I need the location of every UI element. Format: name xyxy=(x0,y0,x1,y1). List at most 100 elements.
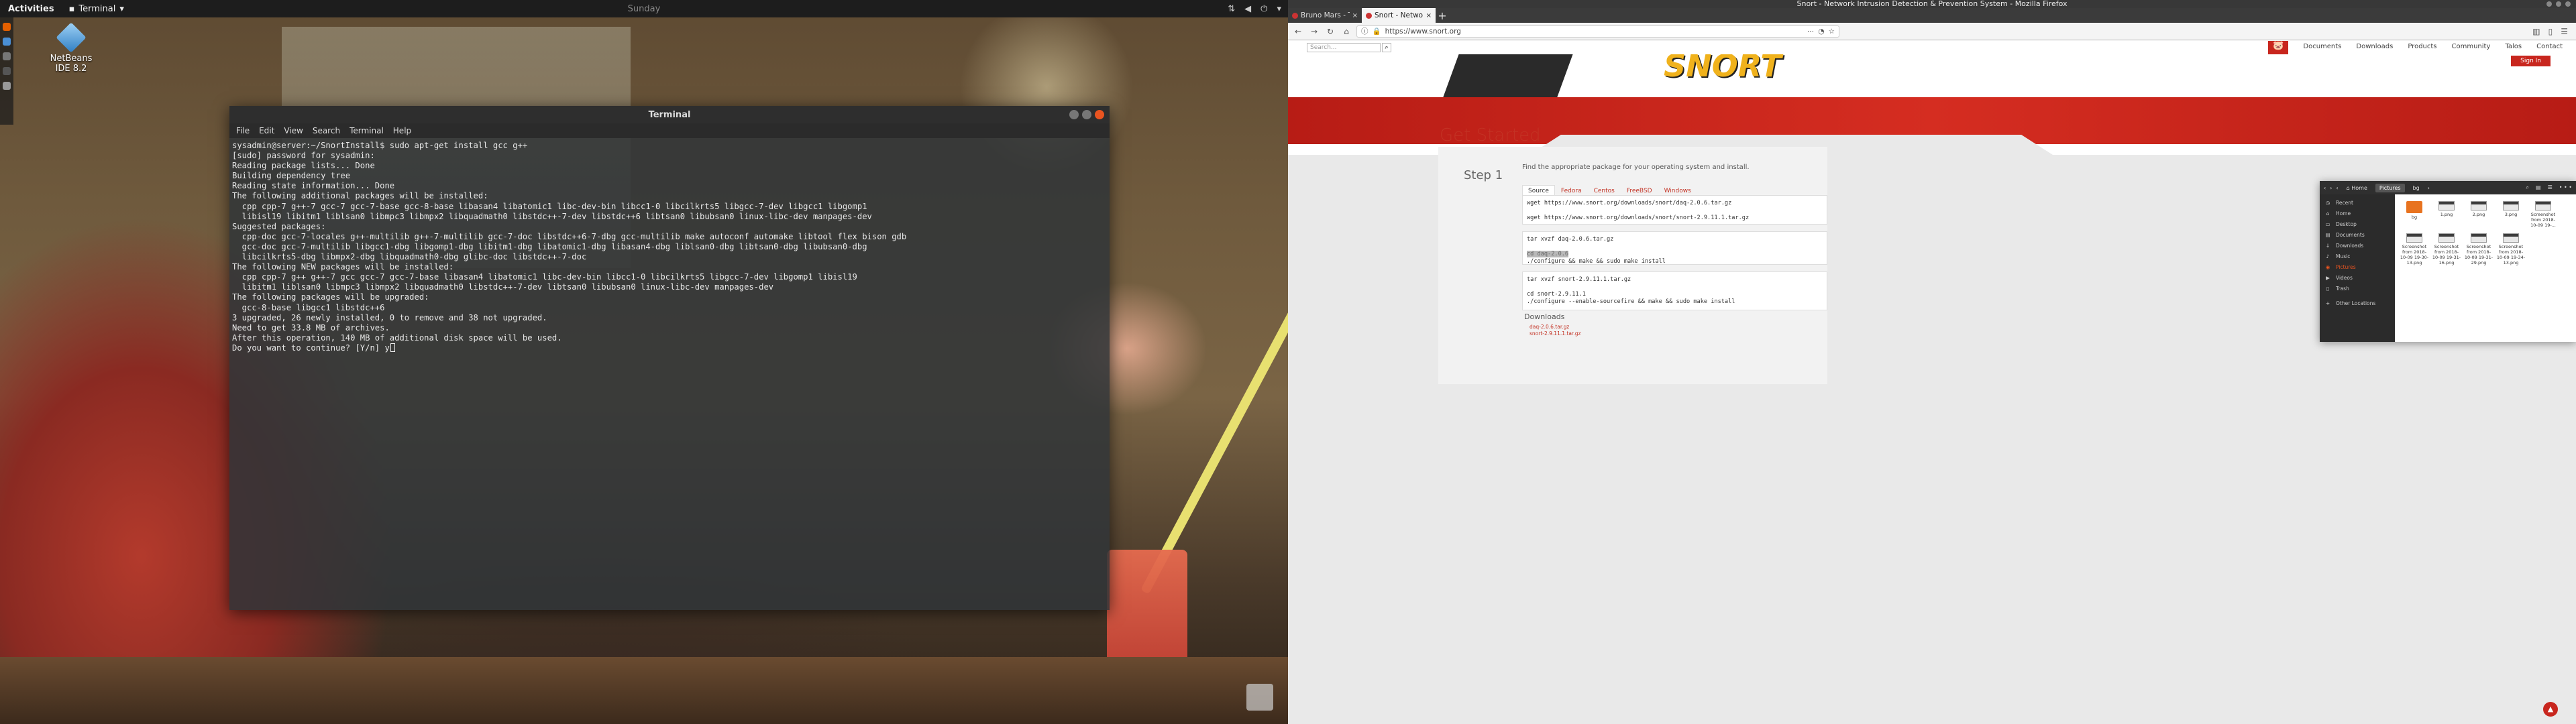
bookmark-star-icon[interactable]: ☆ xyxy=(1829,27,1835,36)
sidebar-item-trash[interactable]: ▯ Trash xyxy=(2320,283,2395,294)
nav-downloads[interactable]: Downloads xyxy=(2356,43,2393,50)
apps-icon[interactable] xyxy=(3,82,11,90)
forward-icon[interactable]: › xyxy=(2330,185,2332,191)
terminal-icon[interactable] xyxy=(3,67,11,75)
file-item[interactable]: 1.png xyxy=(2431,201,2462,228)
file-item[interactable]: Screenshot from 2018-10-09 19-31-29.png xyxy=(2463,233,2494,265)
firefox-icon[interactable] xyxy=(3,23,11,31)
crumb-bg[interactable]: bg xyxy=(2409,184,2424,192)
menu-view[interactable]: View xyxy=(284,126,303,135)
folder-icon xyxy=(2406,201,2422,213)
info-icon[interactable]: ⓘ xyxy=(1361,26,1368,36)
reload-icon[interactable]: ↻ xyxy=(1324,27,1336,36)
terminal-titlebar[interactable]: Terminal xyxy=(229,106,1110,123)
nav-products[interactable]: Products xyxy=(2408,43,2436,50)
nav-community[interactable]: Community xyxy=(2452,43,2491,50)
search-icon[interactable]: ⌕ xyxy=(1382,43,1391,52)
sidebar-icon: ▭ xyxy=(2325,221,2330,227)
terminal-output[interactable]: sysadmin@server:~/SnortInstall$ sudo apt… xyxy=(229,138,1110,356)
nav-contact[interactable]: Contact xyxy=(2536,43,2563,50)
sidebar-icon[interactable]: ▯ xyxy=(2548,27,2553,36)
library-icon[interactable]: ▥ xyxy=(2532,27,2540,36)
crumb-pictures[interactable]: Pictures xyxy=(2375,183,2405,192)
file-item[interactable]: Screenshot from 2018-10-09 19-31-16.png xyxy=(2431,233,2462,265)
back-icon[interactable]: ← xyxy=(1292,27,1304,36)
close-button[interactable] xyxy=(2565,1,2571,7)
sidebar-item-desktop[interactable]: ▭ Desktop xyxy=(2320,219,2395,229)
download-link-daq[interactable]: daq-2.0.6.tar.gz xyxy=(1529,324,1569,330)
minimize-button[interactable] xyxy=(1069,110,1079,119)
sidebar-item-music[interactable]: ♪ Music xyxy=(2320,251,2395,261)
thunderbird-icon[interactable] xyxy=(3,38,11,46)
tab-bruno-mars[interactable]: Bruno Mars - That's W × xyxy=(1288,8,1362,23)
site-search-input[interactable]: Search... xyxy=(1307,43,1381,52)
new-tab-button[interactable]: + xyxy=(1436,8,1449,23)
nav-talos[interactable]: Talos xyxy=(2505,43,2522,50)
pocket-icon[interactable]: ◔ xyxy=(1818,27,1824,36)
sign-in-button[interactable]: Sign In xyxy=(2511,56,2551,66)
minimize-button[interactable] xyxy=(2546,1,2552,7)
desktop-icon-netbeans[interactable]: NetBeans IDE 8.2 xyxy=(44,22,98,74)
crumb-home[interactable]: ⌂ Home xyxy=(2343,184,2371,192)
files-sidebar: ◷ Recent ⌂ Home ▭ Desktop ▤ Documents ↓ Downloads… xyxy=(2320,194,2395,342)
file-item[interactable]: 2.png xyxy=(2463,201,2494,228)
code-block-snort[interactable]: tar xvzf snort-2.9.11.1.tar.gz cd snort-… xyxy=(1522,272,1827,310)
menu-icon[interactable]: ☰ xyxy=(2548,184,2553,191)
folder-item[interactable]: bg xyxy=(2399,201,2430,228)
forward-icon[interactable]: → xyxy=(1308,27,1320,36)
sidebar-item-home[interactable]: ⌂ Home xyxy=(2320,208,2395,219)
trash-icon[interactable] xyxy=(1246,684,1273,711)
window-buttons-icon[interactable]: • • • xyxy=(2559,184,2572,191)
terminal-line: sysadmin@server:~/SnortInstall$ sudo apt… xyxy=(232,141,528,150)
sidebar-item-pictures[interactable]: ◉ Pictures xyxy=(2320,261,2395,272)
back-icon[interactable]: ‹ xyxy=(2324,185,2326,191)
home-icon[interactable]: ⌂ xyxy=(1340,27,1352,36)
back-to-top-button[interactable]: ▲ xyxy=(2543,702,2558,717)
menu-search[interactable]: Search xyxy=(313,126,340,135)
menu-help[interactable]: Help xyxy=(393,126,411,135)
code-block-daq[interactable]: tar xvzf daq-2.0.6.tar.gz cd daq-2.0.6 ./… xyxy=(1522,231,1827,265)
file-item[interactable]: Screenshot from 2018-10-09 19-... xyxy=(2528,201,2559,228)
app-menu[interactable]: ▪ Terminal ▾ xyxy=(62,4,131,14)
menu-file[interactable]: File xyxy=(236,126,250,135)
clock[interactable]: Sunday xyxy=(628,4,661,14)
selected-code: cd daq-2.0.6 xyxy=(1527,251,1569,257)
page-actions-icon[interactable]: ⋯ xyxy=(1807,27,1815,36)
menu-terminal[interactable]: Terminal xyxy=(350,126,384,135)
firefox-titlebar[interactable]: Snort - Network Intrusion Detection & Pr… xyxy=(1288,0,2576,8)
code-block-wget[interactable]: wget https://www.snort.org/downloads/sno… xyxy=(1522,195,1827,225)
sidebar-item-downloads[interactable]: ↓ Downloads xyxy=(2320,240,2395,251)
sidebar-item-videos[interactable]: ▶ Videos xyxy=(2320,272,2395,283)
url-bar[interactable]: ⓘ 🔒 https://www.snort.org ⋯ ◔ ☆ xyxy=(1356,25,1839,38)
close-tab-button[interactable]: × xyxy=(1352,12,1358,19)
terminal-prompt-line[interactable]: Do you want to continue? [Y/n] y xyxy=(232,343,1107,353)
prev-crumb-icon[interactable]: ‹ xyxy=(2336,185,2338,191)
close-button[interactable] xyxy=(1095,110,1104,119)
close-tab-button[interactable]: × xyxy=(1426,12,1432,19)
files-icon[interactable] xyxy=(3,52,11,60)
nav-documents[interactable]: Documents xyxy=(2303,43,2341,50)
menu-edit[interactable]: Edit xyxy=(259,126,274,135)
sidebar-icon: ▶ xyxy=(2326,274,2330,281)
snort-pig-icon[interactable]: 🐷 xyxy=(2268,41,2289,54)
search-icon[interactable]: ⌕ xyxy=(2526,184,2529,191)
file-item[interactable]: Screenshot from 2018-10-09 19-34-13.png xyxy=(2496,233,2526,265)
view-options-icon[interactable]: ▤ xyxy=(2536,184,2541,191)
lock-icon[interactable]: 🔒 xyxy=(1373,27,1381,36)
system-tray[interactable]: ⇅ ◀ ⏻ ▾ xyxy=(1228,4,1281,14)
terminal-window[interactable]: Terminal File Edit View Search Terminal … xyxy=(229,106,1110,610)
sidebar-item-other-locations[interactable]: + Other Locations xyxy=(2320,298,2395,308)
next-crumb-icon[interactable]: › xyxy=(2428,185,2430,191)
sidebar-item-recent[interactable]: ◷ Recent xyxy=(2320,197,2395,208)
download-link-snort[interactable]: snort-2.9.11.1.tar.gz xyxy=(1529,330,1580,337)
tab-snort[interactable]: Snort - Network Intrusi × xyxy=(1362,8,1436,23)
code-line: cd snort-2.9.11.1 xyxy=(1527,291,1586,298)
maximize-button[interactable] xyxy=(1082,110,1091,119)
activities-button[interactable]: Activities xyxy=(0,4,62,14)
file-item[interactable]: 3.png xyxy=(2496,201,2526,228)
file-item[interactable]: Screenshot from 2018-10-09 19-30-13.png xyxy=(2399,233,2430,265)
files-window[interactable]: ‹ › ‹ ⌂ Home Pictures bg › ⌕ ▤ ☰ • • • ◷… xyxy=(2320,181,2576,342)
sidebar-item-documents[interactable]: ▤ Documents xyxy=(2320,229,2395,240)
maximize-button[interactable] xyxy=(2556,1,2561,7)
menu-icon[interactable]: ☰ xyxy=(2561,27,2568,36)
